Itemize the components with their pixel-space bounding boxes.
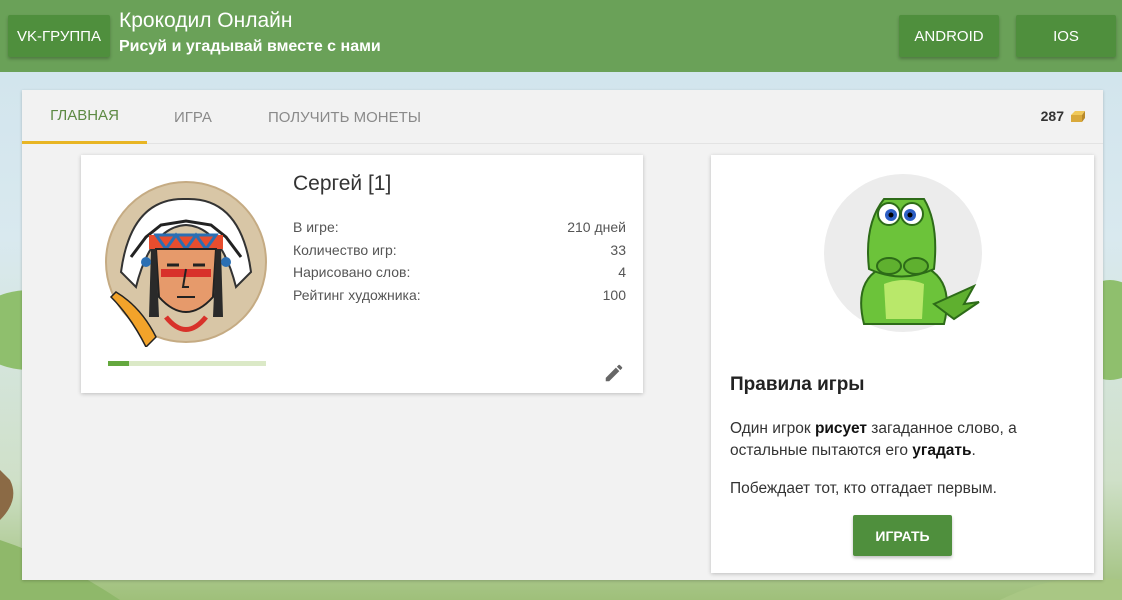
rules-text-part: . xyxy=(971,442,976,459)
app-title: Крокодил Онлайн xyxy=(119,9,293,32)
stat-label: Количество игр: xyxy=(293,241,397,258)
tab-bar: ГЛАВНАЯ ИГРА ПОЛУЧИТЬ МОНЕТЫ 287 xyxy=(22,90,1103,144)
stat-row-games: Количество игр: 33 xyxy=(293,242,626,265)
coin-balance: 287 xyxy=(1041,108,1085,124)
app-subtitle: Рисуй и угадывай вместе с нами xyxy=(119,38,381,55)
rules-win-condition: Побеждает тот, кто отгадает первым. xyxy=(730,480,997,497)
stat-value: 4 xyxy=(618,264,626,280)
avatar[interactable] xyxy=(101,177,271,347)
stat-row-days: В игре: 210 дней xyxy=(293,219,626,242)
stat-row-rating: Рейтинг художника: 100 xyxy=(293,287,626,310)
rules-card: Правила игры Один игрок рисует загаданно… xyxy=(711,155,1094,573)
level-progress-fill xyxy=(108,361,129,366)
coin-count: 287 xyxy=(1040,108,1064,124)
rules-text-bold: рисует xyxy=(814,420,867,437)
pencil-icon[interactable] xyxy=(603,362,625,384)
android-button[interactable]: ANDROID xyxy=(899,15,999,57)
stat-label: Нарисовано слов: xyxy=(293,264,411,280)
tab-game[interactable]: ИГРА xyxy=(174,90,212,144)
stat-value: 33 xyxy=(610,241,626,258)
stats-list: В игре: 210 дней Количество игр: 33 Нари… xyxy=(293,219,626,309)
rules-text-part: Один игрок xyxy=(730,420,815,437)
stat-value: 100 xyxy=(602,286,626,303)
profile-card: Сергей [1] В игре: 210 дней Количество и… xyxy=(81,155,643,393)
rules-title: Правила игры xyxy=(730,374,865,395)
tab-main[interactable]: ГЛАВНАЯ xyxy=(22,90,147,144)
play-button[interactable]: ИГРАТЬ xyxy=(853,515,952,556)
ios-button[interactable]: IOS xyxy=(1016,15,1116,57)
level-progress-bar xyxy=(108,361,266,366)
rules-text-bold: угадать xyxy=(912,442,972,459)
stat-value: 210 дней xyxy=(567,219,626,235)
crocodile-mascot xyxy=(824,174,982,332)
tab-get-coins[interactable]: ПОЛУЧИТЬ МОНЕТЫ xyxy=(268,90,421,144)
stat-label: Рейтинг художника: xyxy=(293,286,421,303)
vk-group-button[interactable]: VK-ГРУППА xyxy=(8,15,110,57)
coin-stack-icon xyxy=(1071,111,1085,122)
top-bar: VK-ГРУППА Крокодил Онлайн Рисуй и угадыв… xyxy=(0,0,1122,72)
user-name: Сергей [1] xyxy=(293,172,392,195)
stat-row-drawn: Нарисовано слов: 4 xyxy=(293,264,626,287)
stat-label: В игре: xyxy=(293,219,339,235)
rules-description: Один игрок рисует загаданное слово, а ос… xyxy=(730,418,1080,462)
main-panel: ГЛАВНАЯ ИГРА ПОЛУЧИТЬ МОНЕТЫ 287 Сергей … xyxy=(22,90,1103,580)
